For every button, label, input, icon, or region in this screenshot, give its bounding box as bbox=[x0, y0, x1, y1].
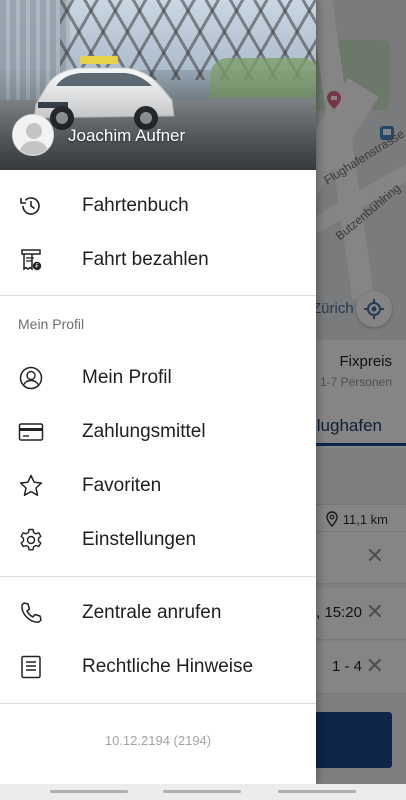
section-title: Mein Profil bbox=[18, 316, 85, 332]
menu-item-fahrtenbuch[interactable]: Fahrtenbuch bbox=[0, 179, 316, 233]
menu-label: Rechtliche Hinweise bbox=[82, 656, 254, 677]
star-icon bbox=[18, 473, 44, 499]
menu-label: Zahlungsmittel bbox=[82, 421, 206, 442]
menu-divider bbox=[0, 703, 316, 704]
drawer-header: Joachim Aufner bbox=[0, 0, 316, 170]
nav-home-handle[interactable] bbox=[163, 790, 241, 793]
credit-card-icon bbox=[18, 419, 44, 445]
menu-divider bbox=[0, 576, 316, 577]
document-icon bbox=[18, 654, 44, 680]
nav-recents-handle[interactable] bbox=[278, 790, 356, 793]
history-icon bbox=[18, 193, 44, 219]
system-nav-bar bbox=[0, 784, 406, 800]
menu-label: Fahrt bezahlen bbox=[82, 249, 209, 270]
avatar[interactable] bbox=[12, 114, 54, 156]
menu-divider bbox=[0, 295, 316, 296]
menu-item-rechtliche-hinweise[interactable]: Rechtliche Hinweise bbox=[0, 640, 316, 694]
receipt-icon: ₣ bbox=[18, 247, 44, 273]
user-placeholder-icon bbox=[13, 115, 53, 155]
menu-item-favoriten[interactable]: Favoriten bbox=[0, 459, 316, 513]
nav-back-handle[interactable] bbox=[50, 790, 128, 793]
menu-item-einstellungen[interactable]: Einstellungen bbox=[0, 513, 316, 567]
menu-label: Einstellungen bbox=[82, 529, 197, 550]
app-version: 10.12.2194 (2194) bbox=[104, 733, 212, 748]
menu-label: Fahrtenbuch bbox=[82, 195, 189, 216]
menu-item-mein-profil[interactable]: Mein Profil bbox=[0, 351, 316, 405]
gear-icon bbox=[18, 527, 44, 553]
menu-label: Mein Profil bbox=[82, 367, 172, 388]
menu-item-fahrt-bezahlen[interactable]: ₣ Fahrt bezahlen bbox=[0, 233, 316, 287]
user-outline-icon bbox=[18, 365, 44, 391]
user-name: Joachim Aufner bbox=[68, 126, 186, 145]
menu-label: Zentrale anrufen bbox=[82, 602, 222, 623]
menu-item-zentrale-anrufen[interactable]: Zentrale anrufen bbox=[0, 586, 316, 640]
navigation-drawer: Joachim Aufner Fahrtenbuch ₣ Fahrt bezah… bbox=[0, 0, 316, 784]
menu-label: Favoriten bbox=[82, 475, 162, 496]
phone-icon bbox=[18, 600, 44, 626]
menu-item-zahlungsmittel[interactable]: Zahlungsmittel bbox=[0, 405, 316, 459]
